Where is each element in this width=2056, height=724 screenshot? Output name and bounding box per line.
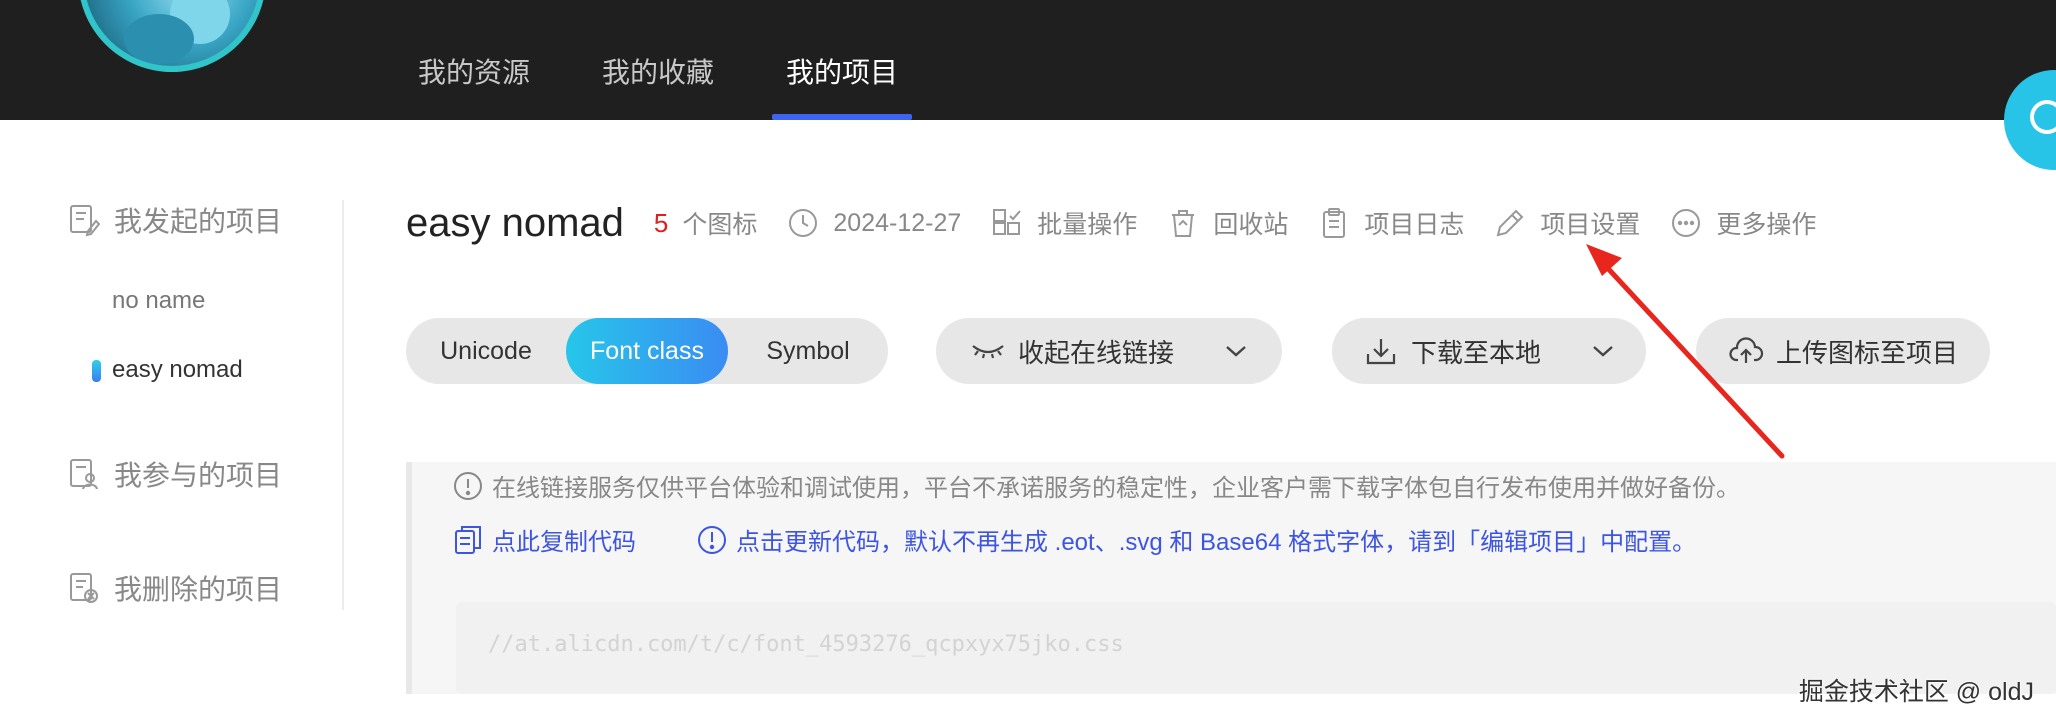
batch-operation-button[interactable]: 批量操作 (991, 205, 1137, 241)
info-icon (698, 525, 726, 554)
top-bar: 我的资源 我的收藏 我的项目 (0, 0, 2056, 120)
doc-user-icon (70, 459, 98, 490)
sidebar-heading-initiated[interactable]: 我发起的项目 (68, 200, 282, 240)
sidebar-item-label: easy nomad (112, 356, 243, 383)
sidebar-item-easy-nomad[interactable]: easy nomad (92, 356, 243, 384)
active-indicator (92, 360, 101, 382)
cloud-upload-icon (1729, 337, 1764, 363)
user-avatar[interactable] (78, 0, 266, 72)
sidebar-item-no-name[interactable]: no name (112, 287, 205, 315)
eye-closed-icon (972, 345, 1004, 359)
search-icon (2030, 100, 2056, 134)
ellipsis-icon (1672, 209, 1701, 237)
icon-count-label: 个图标 (682, 211, 758, 239)
service-warning: 在线链接服务仅供平台体验和调试使用，平台不承诺服务的稳定性，企业客户需下载字体包… (452, 468, 1740, 503)
online-link-panel: 在线链接服务仅供平台体验和调试使用，平台不承诺服务的稳定性，企业客户需下载字体包… (406, 462, 2056, 694)
watermark: 掘金技术社区 @ oldJ (1798, 678, 2034, 706)
sidebar-heading-label: 我参与的项目 (114, 460, 283, 491)
grid-icon (993, 209, 1022, 235)
sidebar-heading-label: 我删除的项目 (114, 574, 283, 605)
project-log-button[interactable]: 项目日志 (1318, 205, 1464, 241)
copy-code-link[interactable]: 点此复制代码 (452, 522, 636, 557)
project-header: easy nomad 5 个图标 2024-12-27 批量操作 回收站 项目日… (406, 198, 1846, 248)
top-nav: 我的资源 我的收藏 我的项目 (398, 0, 950, 120)
doc-edit-icon (70, 205, 100, 237)
chevron-down-icon (1593, 346, 1613, 357)
nav-my-projects[interactable]: 我的项目 (766, 0, 918, 120)
code-actions: 点此复制代码 点击更新代码，默认不再生成 .eot、.svg 和 Base64 … (452, 522, 1696, 557)
nav-my-favorites[interactable]: 我的收藏 (582, 0, 734, 120)
collapse-online-link-button[interactable]: 收起在线链接 (936, 318, 1282, 384)
upload-icons-button[interactable]: 上传图标至项目 (1696, 318, 1990, 384)
project-sidebar: 我发起的项目 no name easy nomad 我参与的项目 我删除的项目 (0, 120, 344, 620)
sidebar-heading-deleted[interactable]: 我删除的项目 (68, 568, 282, 608)
panel-left-bar (406, 462, 412, 694)
sidebar-heading-label: 我发起的项目 (114, 206, 283, 237)
copy-icon (455, 525, 481, 554)
tab-symbol[interactable]: Symbol (728, 318, 888, 384)
doc-delete-icon (70, 573, 98, 603)
tab-font-class[interactable]: Font class (566, 318, 728, 384)
update-code-link[interactable]: 点击更新代码，默认不再生成 .eot、.svg 和 Base64 格式字体，请到… (696, 522, 1696, 557)
icon-count: 5 (653, 207, 669, 238)
trash-icon (1172, 210, 1195, 237)
nav-my-resources[interactable]: 我的资源 (398, 0, 550, 120)
chevron-down-icon (1226, 346, 1246, 357)
font-format-switch: Unicode Font class Symbol (406, 318, 888, 384)
project-date: 2024-12-27 (787, 207, 961, 239)
info-icon (454, 471, 482, 500)
tab-unicode[interactable]: Unicode (406, 318, 566, 384)
more-actions-button[interactable]: 更多操作 (1670, 205, 1816, 241)
project-settings-button[interactable]: 项目设置 (1494, 205, 1640, 241)
css-link-url[interactable]: //at.alicdn.com/t/c/font_4593276_qcpxyx7… (488, 632, 1124, 657)
sidebar-heading-participated[interactable]: 我参与的项目 (68, 454, 282, 494)
sidebar-divider (342, 200, 344, 610)
clipboard-icon (1323, 208, 1346, 238)
download-icon (1366, 339, 1396, 365)
project-title: easy nomad (406, 200, 624, 245)
pencil-icon (1496, 209, 1524, 237)
recycle-bin-button[interactable]: 回收站 (1167, 205, 1288, 241)
clock-icon (789, 209, 818, 237)
download-local-button[interactable]: 下载至本地 (1332, 318, 1646, 384)
